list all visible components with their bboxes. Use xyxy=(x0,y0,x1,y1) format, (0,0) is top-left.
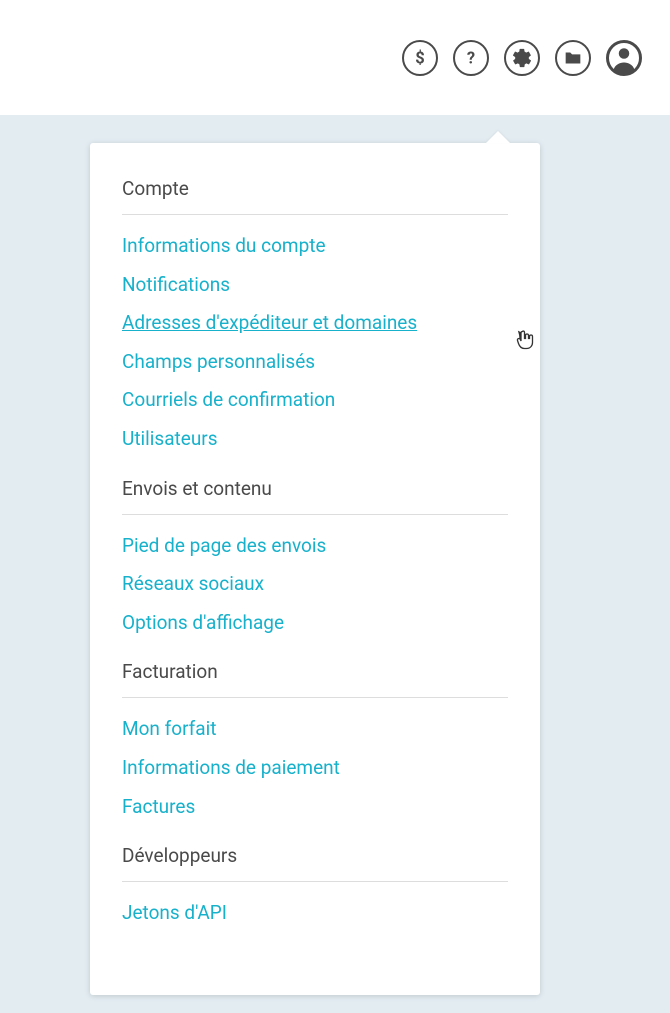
section-title: Facturation xyxy=(122,660,508,698)
menu-section-facturation: Facturation Mon forfait Informations de … xyxy=(122,660,508,820)
menu-link-jetons-api[interactable]: Jetons d'API xyxy=(122,900,508,927)
menu-link-reseaux-sociaux[interactable]: Réseaux sociaux xyxy=(122,571,508,598)
menu-link-utilisateurs[interactable]: Utilisateurs xyxy=(122,426,508,453)
settings-icon-button[interactable] xyxy=(504,40,540,76)
help-icon-button[interactable]: ? xyxy=(453,40,489,76)
folder-icon-button[interactable] xyxy=(555,40,591,76)
settings-dropdown-menu: Compte Informations du compte Notificati… xyxy=(90,143,540,995)
menu-link-informations-paiement[interactable]: Informations de paiement xyxy=(122,755,508,782)
content-area: Compte Informations du compte Notificati… xyxy=(0,115,670,1013)
avatar-icon xyxy=(606,39,642,77)
menu-link-options-affichage[interactable]: Options d'affichage xyxy=(122,610,508,637)
menu-link-informations-compte[interactable]: Informations du compte xyxy=(122,233,508,260)
cursor-icon xyxy=(514,329,534,357)
menu-link-mon-forfait[interactable]: Mon forfait xyxy=(122,716,508,743)
section-title: Envois et contenu xyxy=(122,477,508,515)
menu-link-champs-personnalises[interactable]: Champs personnalisés xyxy=(122,349,508,376)
billing-icon-button[interactable]: $ xyxy=(402,40,438,76)
menu-link-adresses-expediteur[interactable]: Adresses d'expéditeur et domaines xyxy=(122,310,508,337)
section-title: Développeurs xyxy=(122,844,508,882)
dollar-icon: $ xyxy=(409,47,431,69)
avatar-icon-button[interactable] xyxy=(606,40,642,76)
menu-link-notifications[interactable]: Notifications xyxy=(122,272,508,299)
menu-link-courriels-confirmation[interactable]: Courriels de confirmation xyxy=(122,387,508,414)
gear-icon xyxy=(511,47,533,69)
section-title: Compte xyxy=(122,177,508,215)
svg-text:$: $ xyxy=(415,49,424,68)
help-icon: ? xyxy=(460,47,482,69)
menu-link-factures[interactable]: Factures xyxy=(122,794,508,821)
menu-section-developpeurs: Développeurs Jetons d'API xyxy=(122,844,508,927)
menu-section-compte: Compte Informations du compte Notificati… xyxy=(122,177,508,453)
svg-text:?: ? xyxy=(467,49,475,68)
menu-section-envois: Envois et contenu Pied de page des envoi… xyxy=(122,477,508,637)
folder-icon xyxy=(562,47,584,69)
menu-link-pied-de-page[interactable]: Pied de page des envois xyxy=(122,533,508,560)
top-nav-bar: $ ? xyxy=(0,0,670,115)
